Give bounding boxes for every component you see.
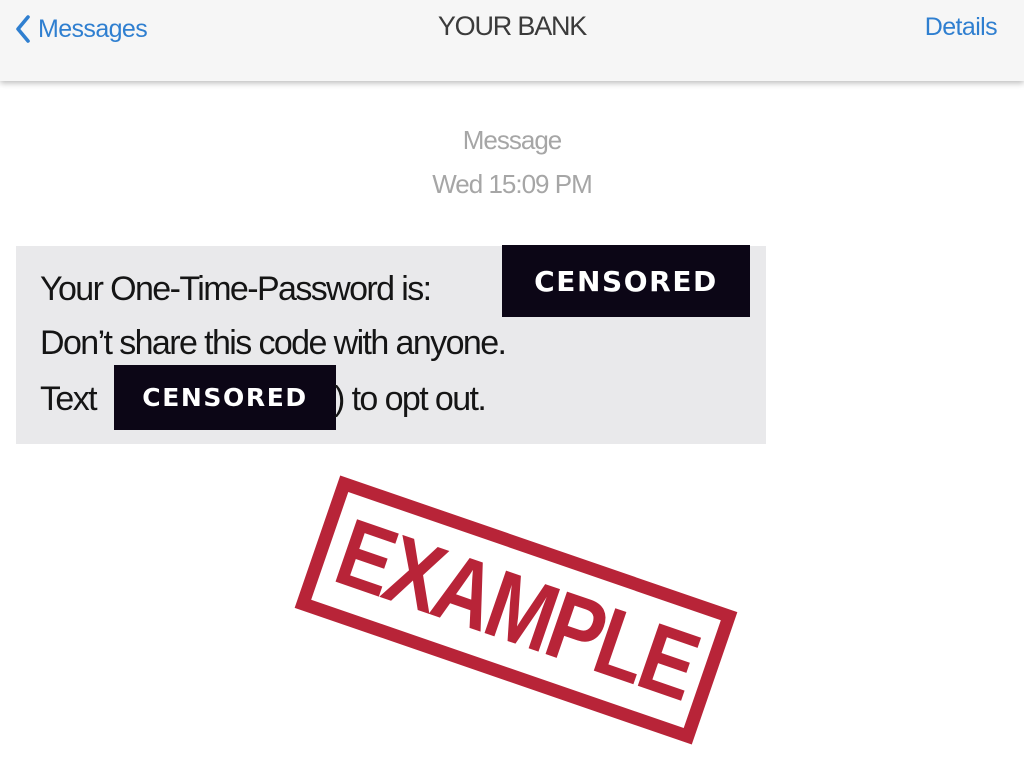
message-meta: Message Wed 15:09 PM — [0, 118, 1024, 206]
redaction-box-otp: CENSORED — [502, 245, 750, 317]
message-line-optout-prefix: Text — [40, 380, 98, 418]
message-header: Message — [462, 125, 563, 155]
message-line-otp: Your One-Time-Password is: — [40, 270, 432, 308]
details-button[interactable]: Details — [925, 13, 998, 42]
message-bubble[interactable]: Your One-Time-Password is: CENSORED Don’… — [16, 245, 766, 444]
message-timestamp: Wed 15:09 PM — [432, 169, 593, 199]
message-line-optout-suffix: ) to opt out. — [334, 380, 487, 418]
navigation-bar: Messages YOUR BANK Details — [0, 0, 1024, 81]
example-stamp: EXAMPLE — [294, 475, 738, 745]
stamp-text: EXAMPLE — [323, 498, 709, 721]
conversation-title: YOUR BANK — [437, 11, 587, 41]
message-line-warning: Don’t share this code with anyone. — [40, 324, 507, 362]
redaction-box-number: CENSORED — [114, 365, 336, 430]
